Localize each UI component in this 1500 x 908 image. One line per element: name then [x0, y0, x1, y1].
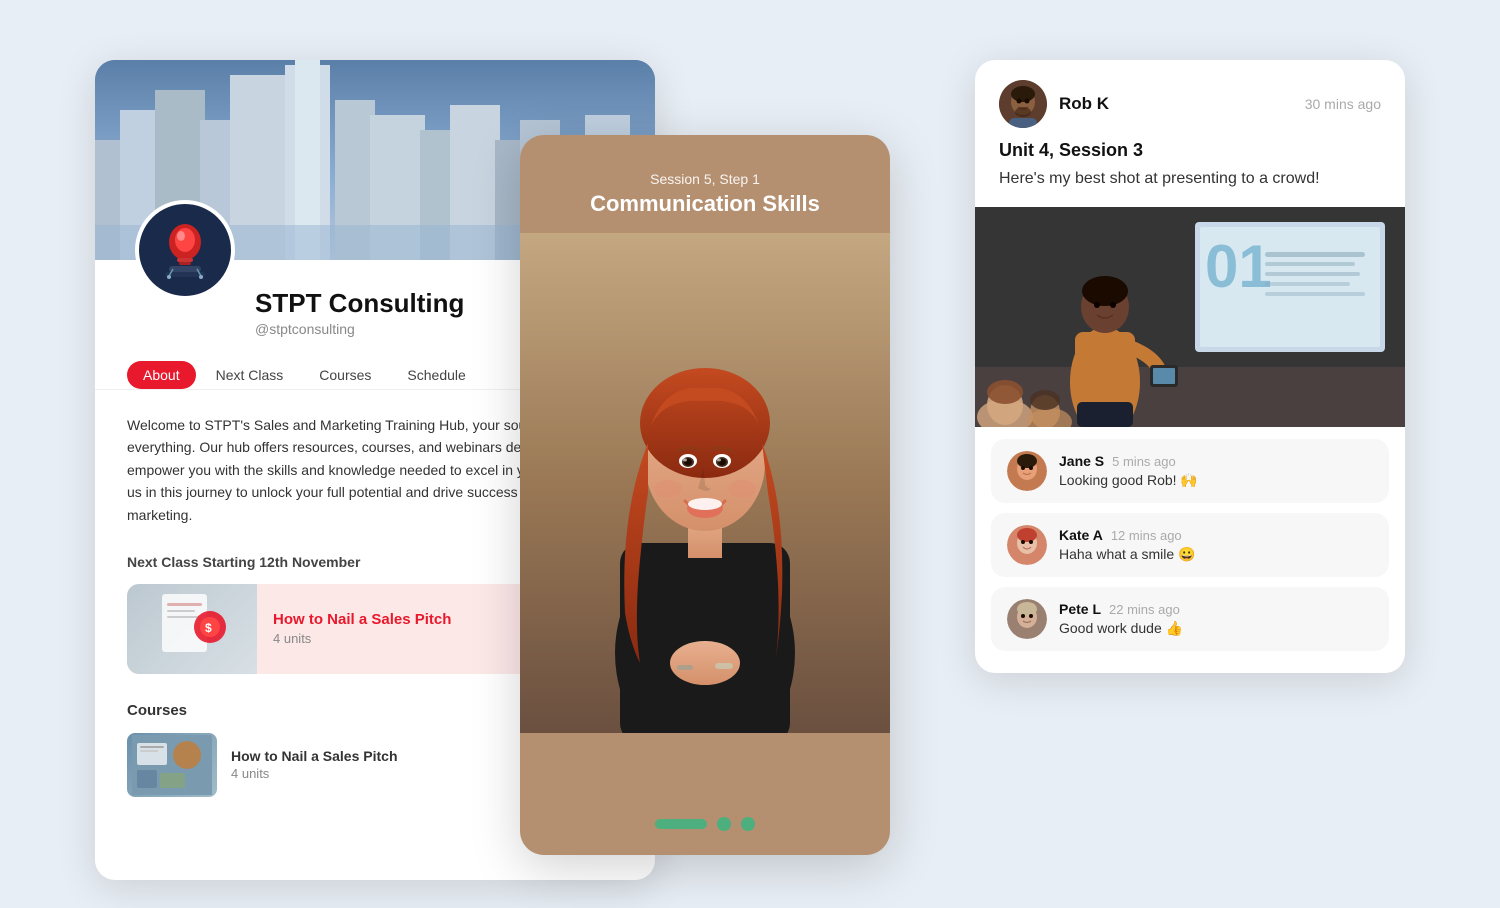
dot-2[interactable]	[717, 817, 731, 831]
comment-time: 5 mins ago	[1112, 454, 1176, 469]
tab-courses[interactable]: Courses	[303, 361, 387, 389]
dot-1[interactable]	[655, 819, 707, 829]
dot-3[interactable]	[741, 817, 755, 831]
session-dots	[520, 817, 890, 831]
comment-time: 12 mins ago	[1111, 528, 1182, 543]
comment-time: 22 mins ago	[1109, 602, 1180, 617]
course-list-thumbnail	[127, 733, 217, 797]
commenter-name: Pete L	[1059, 601, 1101, 617]
comment-header: Jane S 5 mins ago	[1059, 453, 1198, 469]
social-post-body: Unit 4, Session 3 Here's my best shot at…	[975, 140, 1405, 207]
post-user-name: Rob K	[1059, 94, 1109, 114]
comment-text: Haha what a smile 😀	[1059, 546, 1196, 563]
course-title: How to Nail a Sales Pitch	[273, 611, 451, 628]
profile-avatar	[135, 200, 235, 300]
post-photo: 01	[975, 207, 1405, 427]
comments-section: Jane S 5 mins ago Looking good Rob! 🙌	[975, 427, 1405, 673]
comment-content: Kate A 12 mins ago Haha what a smile 😀	[1059, 527, 1196, 563]
post-user: Rob K	[999, 80, 1109, 128]
commenter-name: Kate A	[1059, 527, 1103, 543]
comment-content: Jane S 5 mins ago Looking good Rob! 🙌	[1059, 453, 1198, 489]
session-card: Session 5, Step 1 Communication Skills	[520, 135, 890, 855]
social-card: Rob K 30 mins ago Unit 4, Session 3 Here…	[975, 60, 1405, 673]
comment-text: Good work dude 👍	[1059, 620, 1183, 637]
comment-item: Jane S 5 mins ago Looking good Rob! 🙌	[991, 439, 1389, 503]
jane-avatar	[1007, 451, 1047, 491]
session-header: Session 5, Step 1 Communication Skills	[520, 135, 890, 233]
kate-avatar	[1007, 525, 1047, 565]
post-text: Here's my best shot at presenting to a c…	[999, 167, 1381, 191]
comment-text: Looking good Rob! 🙌	[1059, 472, 1198, 489]
course-list-units: 4 units	[231, 766, 398, 781]
post-time: 30 mins ago	[1305, 96, 1381, 112]
svg-text:01: 01	[1205, 233, 1272, 300]
comment-header: Kate A 12 mins ago	[1059, 527, 1196, 543]
svg-text:$: $	[205, 621, 212, 635]
course-info: How to Nail a Sales Pitch 4 units	[257, 601, 467, 656]
tab-next-class[interactable]: Next Class	[200, 361, 300, 389]
session-photo	[520, 233, 890, 733]
session-label: Unit 4, Session 3	[999, 140, 1381, 161]
course-units: 4 units	[273, 631, 451, 646]
comment-content: Pete L 22 mins ago Good work dude 👍	[1059, 601, 1183, 637]
commenter-name: Jane S	[1059, 453, 1104, 469]
tab-schedule[interactable]: Schedule	[391, 361, 481, 389]
course-list-title: How to Nail a Sales Pitch	[231, 748, 398, 764]
comment-item: Pete L 22 mins ago Good work dude 👍	[991, 587, 1389, 651]
session-step: Session 5, Step 1	[548, 171, 862, 187]
social-post-header: Rob K 30 mins ago	[975, 60, 1405, 140]
comment-header: Pete L 22 mins ago	[1059, 601, 1183, 617]
session-title: Communication Skills	[548, 191, 862, 217]
course-thumbnail: $	[127, 584, 257, 674]
tab-about[interactable]: About	[127, 361, 196, 389]
post-user-avatar	[999, 80, 1047, 128]
pete-avatar	[1007, 599, 1047, 639]
comment-item: Kate A 12 mins ago Haha what a smile 😀	[991, 513, 1389, 577]
course-list-info: How to Nail a Sales Pitch 4 units	[231, 748, 398, 781]
